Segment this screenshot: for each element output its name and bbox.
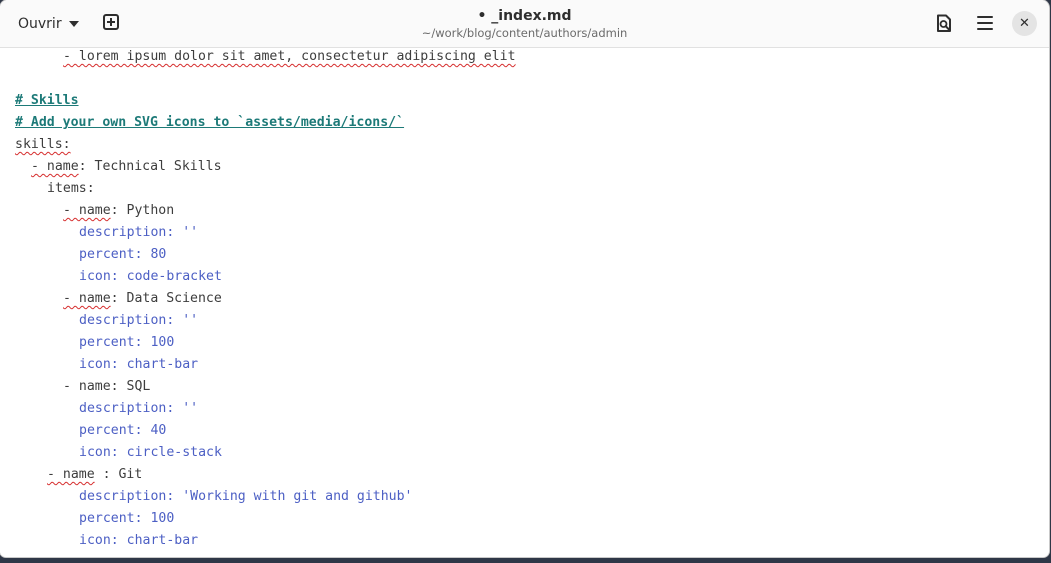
editor-line: icon: code-bracket <box>79 269 222 284</box>
document-path: ~/work/blog/content/authors/admin <box>421 26 628 40</box>
title-block: • _index.md ~/work/blog/content/authors/… <box>0 0 1049 41</box>
editor-line: description: '' <box>79 313 199 328</box>
editor-window: Ouvrir • _index.md ~/work/blog/content/a… <box>0 0 1049 557</box>
editor-line: # Add your own SVG icons to `assets/medi… <box>15 115 405 130</box>
editor-line: description: '' <box>79 401 199 416</box>
hamburger-menu-icon[interactable] <box>977 16 993 30</box>
document-preview-icon[interactable] <box>935 14 953 33</box>
text-editor[interactable]: - lorem ipsum dolor sit amet, consectetu… <box>0 48 1049 557</box>
editor-line: icon: chart-bar <box>79 533 199 548</box>
editor-line: percent: 80 <box>79 247 167 262</box>
editor-line: - name: Data Science <box>63 291 222 306</box>
header-bar: Ouvrir • _index.md ~/work/blog/content/a… <box>0 0 1049 48</box>
editor-line: - lorem ipsum dolor sit amet, consectetu… <box>63 49 516 64</box>
editor-line: items: <box>47 181 95 196</box>
editor-line: description: 'Working with git and githu… <box>79 489 413 504</box>
editor-line: - name : Git <box>47 467 143 482</box>
editor-line: icon: chart-bar <box>79 357 199 372</box>
editor-line: skills: <box>15 137 71 152</box>
editor-line: percent: 100 <box>79 335 175 350</box>
document-title: • _index.md <box>477 8 572 24</box>
editor-line: - name: SQL <box>63 379 151 394</box>
editor-line: percent: 40 <box>79 423 167 438</box>
editor-line: - name: Python <box>63 203 175 218</box>
editor-line: percent: 100 <box>79 511 175 526</box>
editor-line: description: '' <box>79 225 199 240</box>
editor-line: # Skills <box>15 93 79 108</box>
editor-line: - name: Technical Skills <box>31 159 222 174</box>
editor-line: icon: circle-stack <box>79 445 222 460</box>
close-icon[interactable]: ✕ <box>1012 11 1037 36</box>
